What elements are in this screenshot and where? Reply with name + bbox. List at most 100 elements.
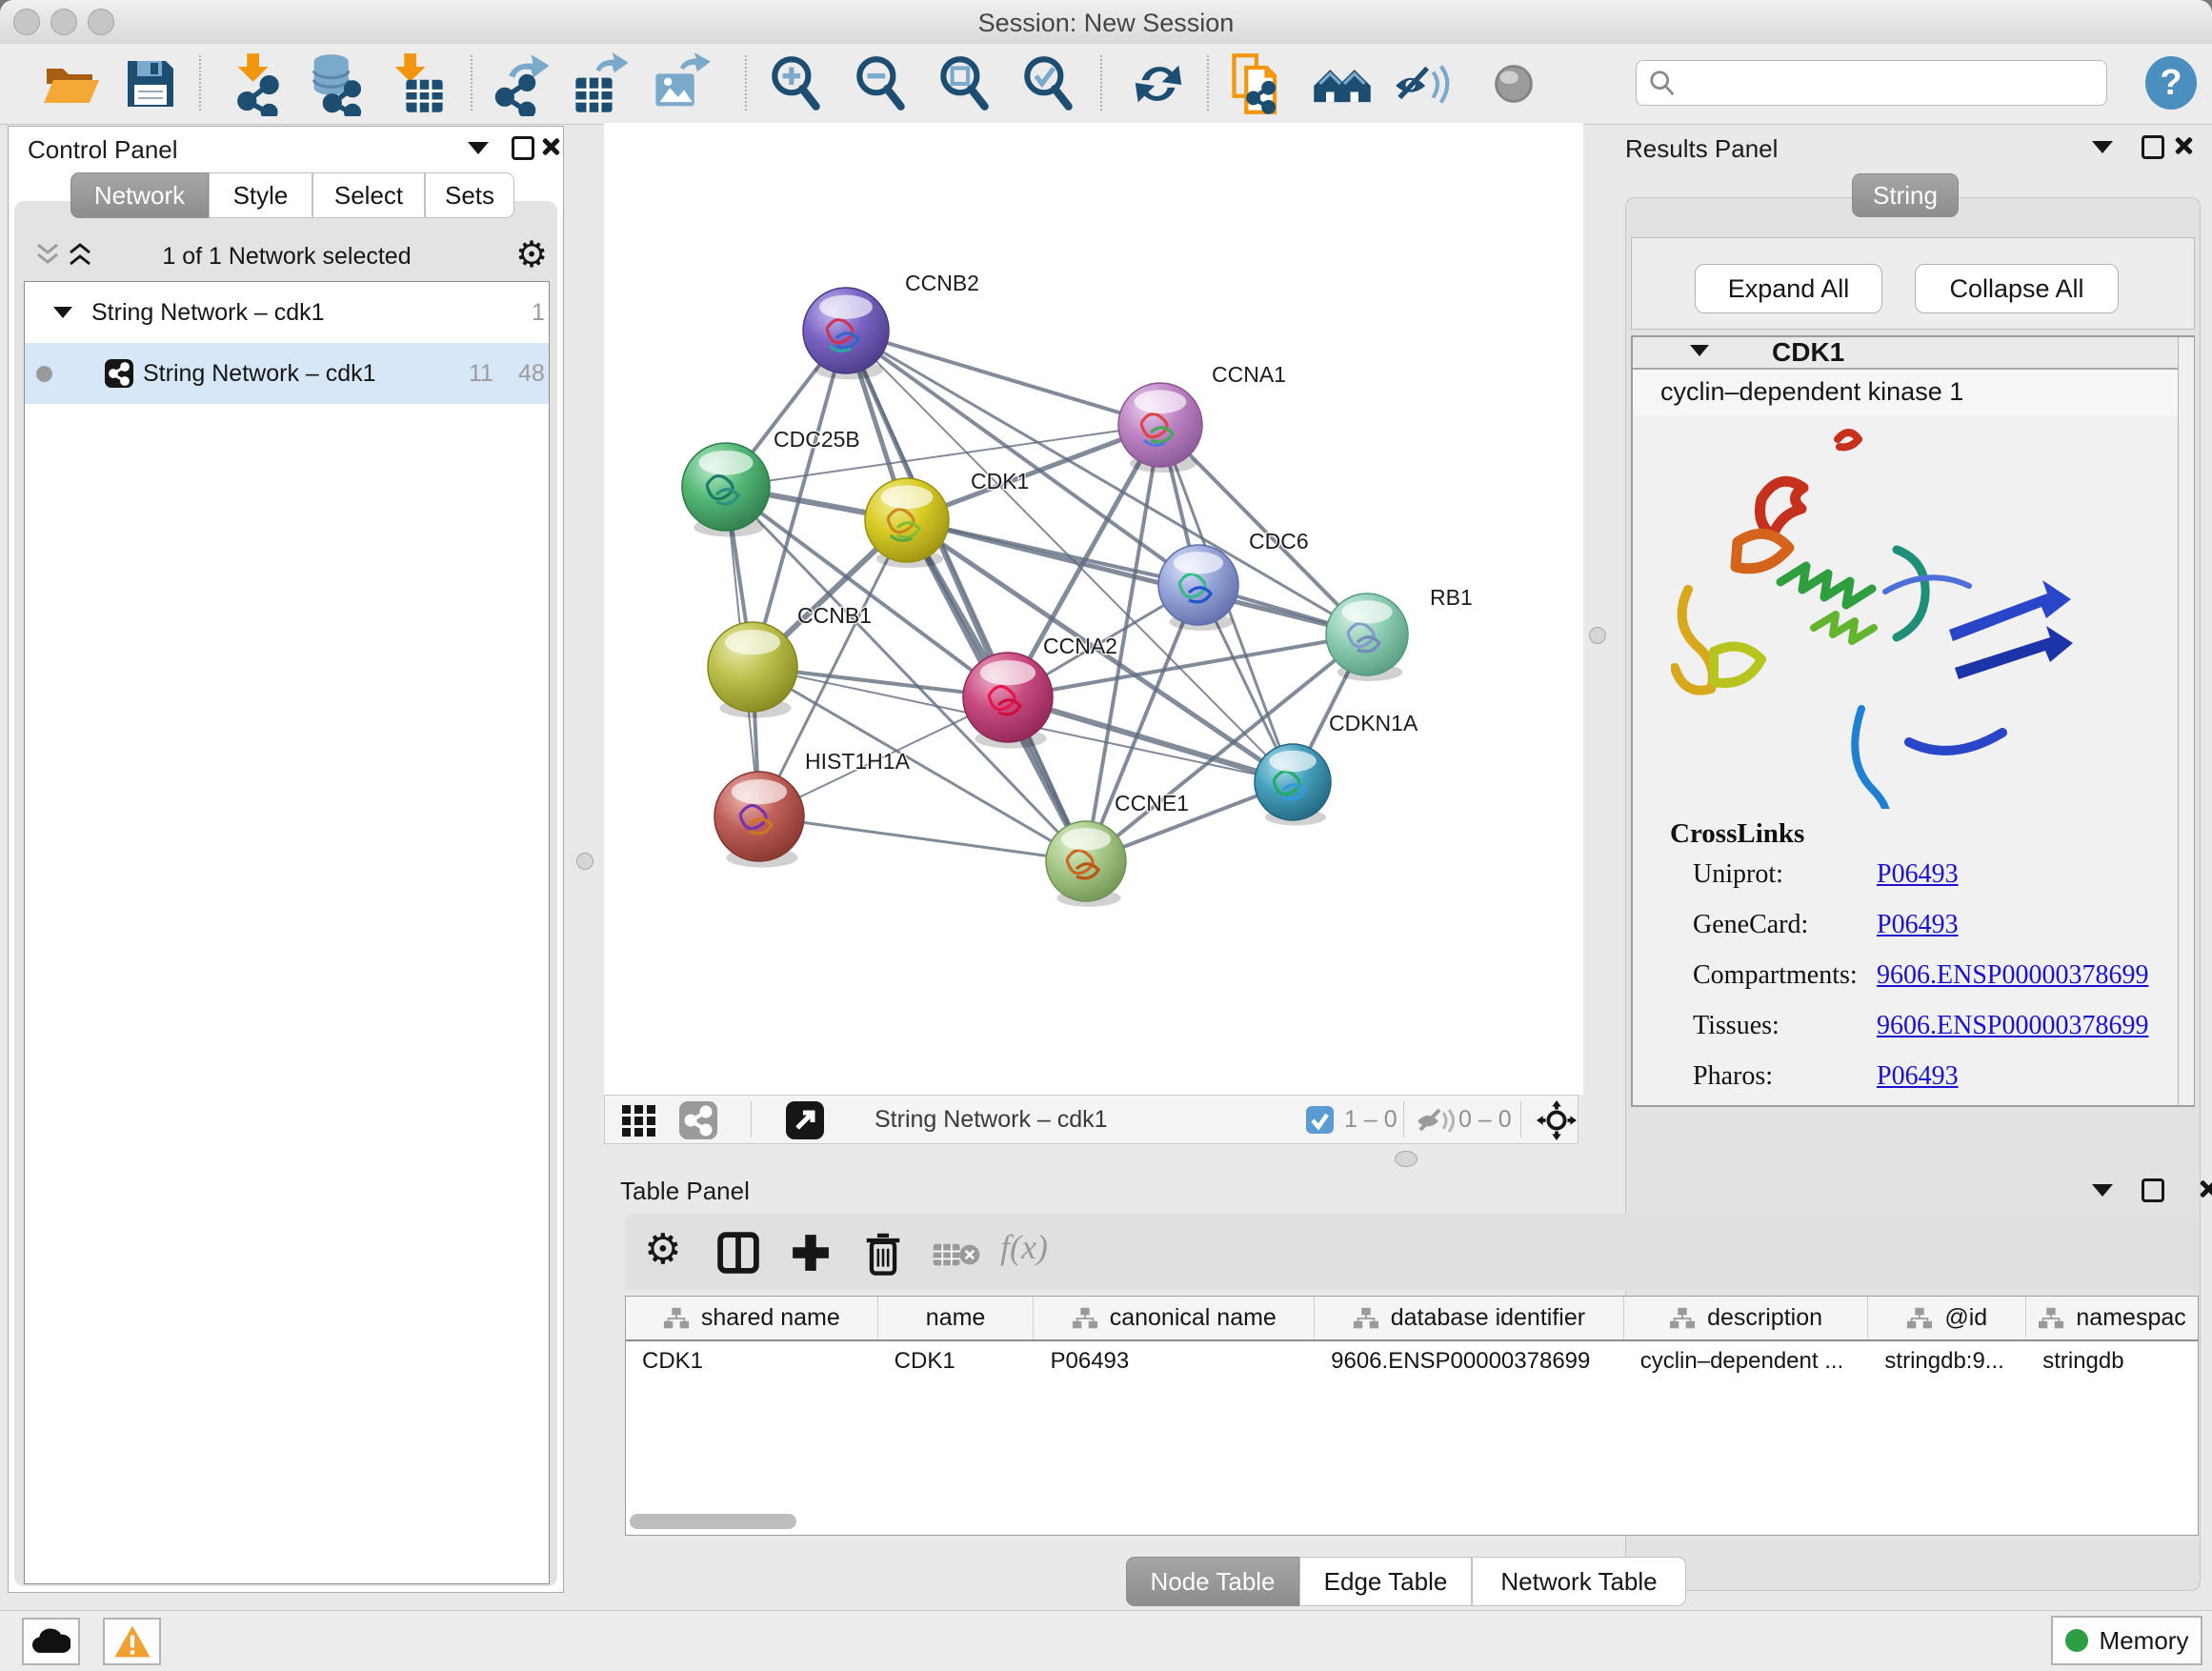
- edge-CCNE1-HIST1H1A[interactable]: [759, 816, 1086, 861]
- node-CDC25B[interactable]: [682, 443, 770, 536]
- node-HIST1H1A[interactable]: [714, 772, 804, 868]
- zoom-in-button[interactable]: [756, 47, 836, 121]
- tab-string[interactable]: String: [1852, 173, 1959, 217]
- crosslink-link[interactable]: P06493: [1877, 859, 1959, 889]
- export-network-button[interactable]: [483, 47, 563, 121]
- right-splitter-handle[interactable]: [1589, 627, 1606, 644]
- results-scrollbar[interactable]: [2178, 337, 2194, 1105]
- tab-network-table[interactable]: Network Table: [1472, 1557, 1686, 1606]
- column-header-name[interactable]: name: [878, 1297, 1035, 1339]
- network-share-toggle[interactable]: [679, 1101, 717, 1139]
- cell-database-identifier[interactable]: 9606.ENSP00000378699: [1315, 1348, 1624, 1375]
- zoom-selected-button[interactable]: [1009, 47, 1089, 121]
- network-graph[interactable]: CCNB2CCNA1CDC25BCDK1CDC6RB1CCNB1CCNA2CDK…: [604, 123, 1583, 1095]
- panel-menu-icon[interactable]: [468, 142, 489, 154]
- pan-crosshair-icon[interactable]: [1537, 1100, 1577, 1140]
- table-panel-menu-icon[interactable]: [2092, 1184, 2113, 1197]
- column-header-database-identifier[interactable]: database identifier: [1315, 1297, 1624, 1339]
- table-panel-float-icon[interactable]: [2142, 1178, 2164, 1202]
- horizontal-splitter-handle[interactable]: [1395, 1151, 1418, 1167]
- node-CDKN1A[interactable]: [1255, 744, 1331, 826]
- network-row-selected[interactable]: String Network – cdk1 11 48: [25, 343, 549, 404]
- cell-description[interactable]: cyclin–dependent ...: [1624, 1348, 1869, 1375]
- tab-sets[interactable]: Sets: [425, 172, 514, 218]
- add-column-plus-icon[interactable]: [789, 1231, 833, 1275]
- save-session-button[interactable]: [111, 47, 191, 121]
- table-horizontal-scrollbar[interactable]: [630, 1514, 796, 1529]
- zoom-fit-button[interactable]: [925, 47, 1005, 121]
- node-CCNA2[interactable]: [963, 653, 1053, 749]
- network-canvas[interactable]: CCNB2CCNA1CDC25BCDK1CDC6RB1CCNB1CCNA2CDK…: [604, 123, 1583, 1095]
- node-CCNA1[interactable]: [1118, 383, 1202, 473]
- column-header-id[interactable]: @id: [1868, 1297, 2026, 1339]
- crosslinks-list: Uniprot: P06493 GeneCard: P06493 Compart…: [1693, 859, 2148, 1112]
- open-session-button[interactable]: [31, 47, 111, 121]
- selected-checkbox[interactable]: [1306, 1106, 1334, 1134]
- separator: [751, 1101, 752, 1137]
- node-RB1[interactable]: [1326, 594, 1408, 681]
- table-header-row: shared name name canonical name database…: [626, 1297, 2198, 1341]
- tab-node-table[interactable]: Node Table: [1126, 1557, 1299, 1606]
- table-row[interactable]: CDK1 CDK1 P06493 9606.ENSP00000378699 cy…: [626, 1341, 2198, 1381]
- hidden-eye-slash-icon[interactable]: [1415, 1105, 1455, 1136]
- section-collapse-icon[interactable]: [1690, 345, 1709, 356]
- crosslink-link[interactable]: P06493: [1877, 910, 1959, 939]
- panel-float-icon[interactable]: [512, 136, 534, 160]
- node-CCNB2[interactable]: [803, 288, 889, 379]
- zoom-out-button[interactable]: [841, 47, 921, 121]
- warning-status-button[interactable]: [103, 1618, 161, 1665]
- crosslink-link[interactable]: 9606.ENSP00000378699: [1877, 1011, 2148, 1040]
- birdseye-grid-icon[interactable]: [620, 1103, 658, 1137]
- import-table-button[interactable]: [376, 47, 456, 121]
- hide-glasses-button[interactable]: [1381, 47, 1461, 121]
- node-CCNE1[interactable]: [1046, 821, 1126, 907]
- tab-network[interactable]: Network: [70, 172, 209, 218]
- cloud-status-button[interactable]: [22, 1618, 80, 1665]
- column-header-namespace[interactable]: namespac: [2026, 1297, 2198, 1339]
- cell-name[interactable]: CDK1: [878, 1348, 1035, 1375]
- panel-close-icon[interactable]: [540, 136, 561, 157]
- gene-section-header[interactable]: CDK1: [1633, 337, 2193, 370]
- help-button[interactable]: ?: [2145, 56, 2197, 110]
- crosslink-link[interactable]: 9606.ENSP00000378699: [1877, 960, 2148, 990]
- expand-all-button[interactable]: Expand All: [1695, 264, 1882, 313]
- show-columns-icon[interactable]: [716, 1231, 760, 1275]
- results-panel-menu-icon[interactable]: [2092, 141, 2113, 153]
- export-table-button[interactable]: [562, 47, 642, 121]
- copy-network-button[interactable]: [1218, 47, 1298, 121]
- cell-id[interactable]: stringdb:9...: [1868, 1348, 2026, 1375]
- tab-edge-table[interactable]: Edge Table: [1299, 1557, 1472, 1606]
- import-network-from-database-button[interactable]: [296, 47, 376, 121]
- network-collection-row[interactable]: String Network – cdk1 1: [25, 282, 549, 343]
- node-CDC6[interactable]: [1158, 545, 1238, 631]
- cell-canonical-name[interactable]: P06493: [1034, 1348, 1315, 1375]
- import-network-button[interactable]: [219, 47, 299, 121]
- toolbar-search[interactable]: [1636, 60, 2107, 106]
- memory-button[interactable]: Memory: [2051, 1616, 2202, 1665]
- search-input[interactable]: [1677, 69, 2090, 97]
- table-panel-close-icon[interactable]: [2198, 1178, 2212, 1199]
- node-CCNB1[interactable]: [708, 622, 797, 718]
- results-panel-close-icon[interactable]: [2173, 135, 2194, 156]
- show-eye-button[interactable]: [1474, 47, 1554, 121]
- delete-column-trash-icon[interactable]: [861, 1229, 905, 1277]
- tree-expand-icon[interactable]: [53, 307, 72, 318]
- results-panel-float-icon[interactable]: [2142, 135, 2164, 159]
- apply-layout-button[interactable]: [1118, 47, 1198, 121]
- network-options-gear-icon[interactable]: ⚙: [515, 233, 548, 275]
- tab-select[interactable]: Select: [312, 172, 425, 218]
- left-splitter-handle[interactable]: [576, 853, 593, 870]
- export-image-button[interactable]: [642, 47, 722, 121]
- home-button[interactable]: [1302, 47, 1382, 121]
- column-header-shared-name[interactable]: shared name: [626, 1297, 878, 1339]
- crosslink-link[interactable]: P06493: [1877, 1061, 1959, 1091]
- table-options-gear-icon[interactable]: ⚙: [644, 1225, 681, 1274]
- column-header-description[interactable]: description: [1624, 1297, 1869, 1339]
- node-CDK1[interactable]: [865, 478, 949, 568]
- tab-style[interactable]: Style: [209, 172, 312, 218]
- cell-shared-name[interactable]: CDK1: [626, 1348, 878, 1375]
- column-header-canonical-name[interactable]: canonical name: [1034, 1297, 1315, 1339]
- cell-namespace[interactable]: stringdb: [2026, 1348, 2198, 1375]
- collapse-all-button[interactable]: Collapse All: [1915, 264, 2119, 313]
- open-in-view-button[interactable]: [786, 1101, 824, 1139]
